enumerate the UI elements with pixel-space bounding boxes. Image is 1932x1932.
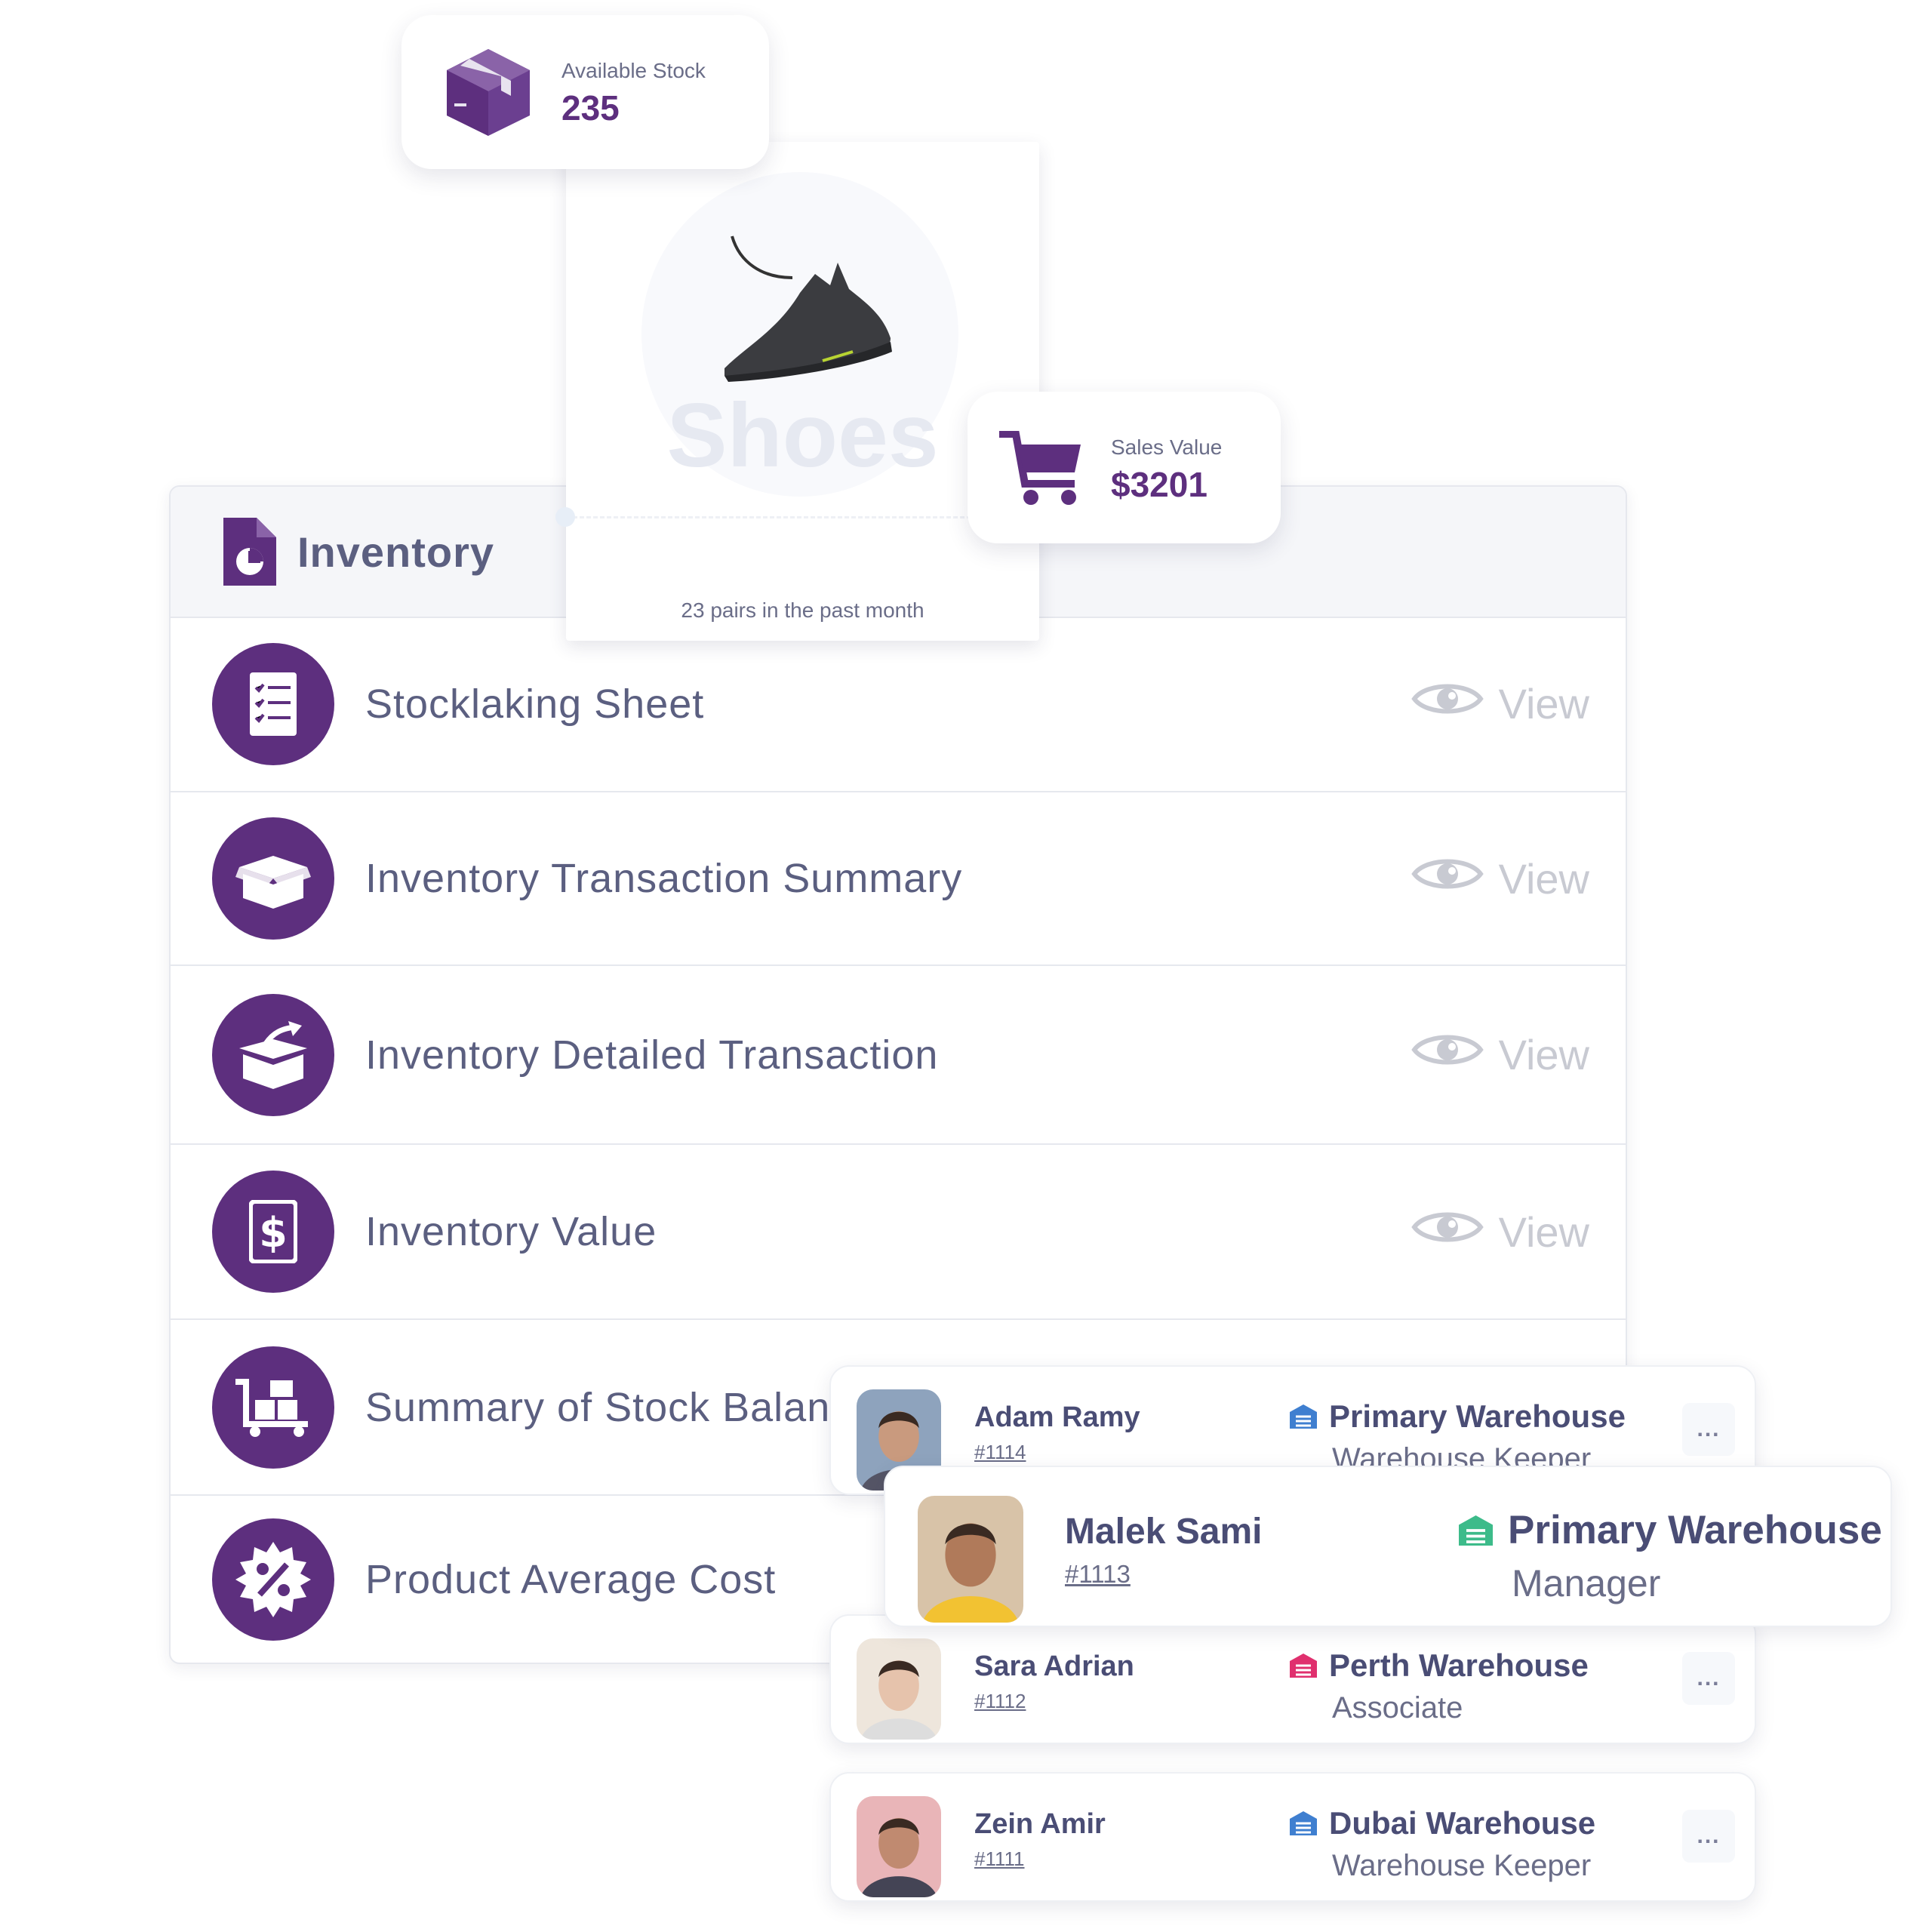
staff-card[interactable]: Zein Amir #1111 Dubai Warehouse Warehous… [829, 1772, 1756, 1902]
box-icon [447, 49, 530, 136]
inventory-item-label: Stocklaking Sheet [365, 681, 705, 727]
staff-id-link[interactable]: #1111 [974, 1847, 1025, 1871]
inventory-item[interactable]: Inventory Transaction Summary View [171, 792, 1626, 966]
cart-icon [999, 431, 1081, 505]
staff-id-link[interactable]: #1114 [974, 1441, 1026, 1464]
inventory-title: Inventory [297, 528, 495, 576]
view-label: View [1498, 680, 1589, 728]
view-button[interactable]: View [1411, 1029, 1589, 1081]
sales-value: $3201 [1111, 465, 1208, 504]
warehouse-name: Dubai Warehouse [1329, 1805, 1596, 1841]
more-options-button[interactable]: ... [1682, 1652, 1735, 1705]
svg-text:$: $ [259, 1209, 288, 1257]
trolley-icon [212, 1346, 334, 1469]
stock-value: 235 [561, 88, 620, 128]
view-button[interactable]: View [1411, 1206, 1589, 1258]
view-label: View [1498, 1208, 1589, 1256]
view-button[interactable]: View [1411, 853, 1589, 905]
inventory-item[interactable]: $ Inventory Value View [171, 1145, 1626, 1320]
warehouse-icon [1290, 1404, 1317, 1429]
open-box-icon [212, 817, 334, 940]
box-arrow-icon [212, 993, 334, 1116]
eye-icon [1411, 678, 1484, 730]
warehouse-name: Primary Warehouse [1329, 1398, 1626, 1434]
percent-badge-icon [212, 1518, 334, 1641]
avatar [918, 1496, 1023, 1623]
view-label: View [1498, 854, 1589, 903]
ellipsis-icon: ... [1697, 1823, 1721, 1848]
more-options-button[interactable]: ... [1682, 1810, 1735, 1863]
staff-card[interactable]: Sara Adrian #1112 Perth Warehouse Associ… [829, 1614, 1756, 1744]
eye-icon [1411, 1206, 1484, 1258]
staff-name: Adam Ramy [974, 1401, 1140, 1433]
inventory-item-label: Summary of Stock Balan [365, 1384, 831, 1430]
warehouse-icon [1459, 1515, 1493, 1546]
inventory-item-label: Inventory Detailed Transaction [365, 1032, 939, 1078]
sales-label: Sales Value [1111, 435, 1223, 459]
avatar [857, 1638, 941, 1740]
eye-icon [1411, 853, 1484, 905]
sales-value-card: Sales Value $3201 [968, 392, 1281, 543]
product-subtitle: 23 pairs in the past month [681, 598, 924, 622]
view-label: View [1498, 1031, 1589, 1078]
checklist-icon [212, 642, 334, 765]
timeline-dot [555, 507, 575, 527]
staff-role: Associate [1332, 1691, 1463, 1724]
warehouse-name: Primary Warehouse [1508, 1508, 1882, 1552]
warehouse-name: Perth Warehouse [1329, 1647, 1589, 1683]
inventory-item[interactable]: Stocklaking Sheet View [171, 617, 1626, 792]
view-button[interactable]: View [1411, 678, 1589, 730]
shoe-image [724, 235, 892, 382]
stock-label: Available Stock [561, 59, 706, 82]
inventory-item-label: Inventory Transaction Summary [365, 856, 963, 901]
dollar-doc-icon: $ [212, 1171, 334, 1293]
warehouse-icon [1290, 1811, 1317, 1835]
staff-name: Zein Amir [974, 1808, 1106, 1840]
available-stock-card: Available Stock 235 [401, 15, 769, 169]
ellipsis-icon: ... [1697, 1666, 1721, 1690]
report-icon [223, 518, 276, 586]
inventory-item-label: Product Average Cost [365, 1556, 777, 1602]
more-options-button[interactable]: ... [1682, 1403, 1735, 1456]
avatar [857, 1796, 941, 1897]
staff-name: Malek Sami [1065, 1512, 1263, 1552]
ellipsis-icon: ... [1697, 1417, 1721, 1441]
staff-id-link[interactable]: #1112 [974, 1690, 1026, 1713]
eye-icon [1411, 1029, 1484, 1081]
staff-role: Manager [1512, 1562, 1661, 1604]
staff-card[interactable]: Malek Sami #1113 Primary Warehouse Manag… [884, 1466, 1892, 1627]
staff-name: Sara Adrian [974, 1651, 1134, 1682]
staff-role: Warehouse Keeper [1332, 1849, 1592, 1882]
product-card[interactable]: Shoes 23 pairs in the past month [555, 142, 1039, 641]
inventory-item-label: Inventory Value [365, 1209, 657, 1254]
inventory-item[interactable]: Inventory Detailed Transaction View [171, 966, 1626, 1145]
warehouse-icon [1290, 1654, 1317, 1678]
staff-id-link[interactable]: #1113 [1065, 1560, 1131, 1589]
